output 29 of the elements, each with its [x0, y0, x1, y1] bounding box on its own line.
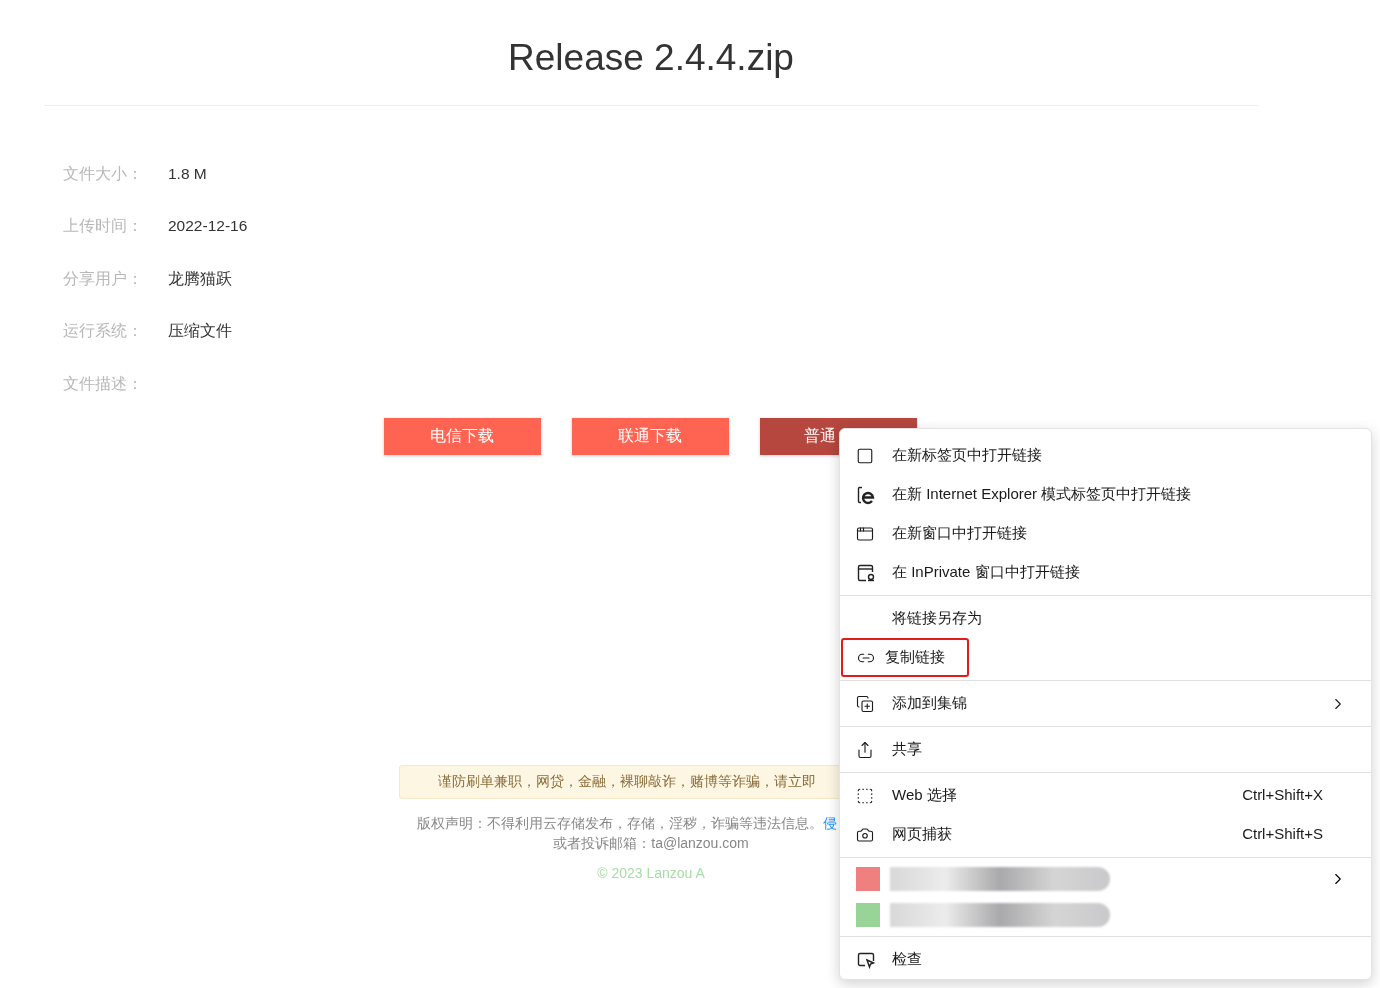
footer-copyright: © 2023 Lanzou A	[597, 863, 705, 883]
menu-item[interactable]: 将链接另存为	[840, 599, 1371, 638]
info-label: 文件大小：	[63, 163, 144, 184]
info-value: 2022-12-16	[168, 216, 248, 237]
info-label: 运行系统：	[63, 321, 144, 342]
menu-item[interactable]: 添加到集锦	[840, 684, 1371, 723]
tab-icon	[856, 446, 874, 465]
file-title: Release 2.4.4.zip	[508, 36, 794, 80]
info-label: 文件描述：	[63, 373, 144, 394]
menu-item[interactable]: 在 InPrivate 窗口中打开链接	[840, 553, 1371, 592]
copyright-notice: 版权声明：不得利用云存储发布，存储，淫秽，诈骗等违法信息。	[417, 813, 823, 833]
menu-item[interactable]: 在新 Internet Explorer 模式标签页中打开链接	[840, 475, 1371, 514]
menu-item[interactable]: 检查	[840, 940, 1371, 979]
info-value: 压缩文件	[168, 321, 232, 342]
info-value: 1.8 M	[168, 163, 207, 184]
menu-item[interactable]: 在新窗口中打开链接	[840, 514, 1371, 553]
browser-icon	[856, 484, 876, 505]
private-window-icon	[856, 562, 876, 583]
complaint-email: 或者投诉邮箱：ta@lanzou.com	[553, 833, 749, 852]
window-icon	[856, 524, 874, 543]
add-collection-icon	[856, 694, 874, 713]
info-label: 上传时间：	[63, 216, 144, 237]
share-icon	[856, 740, 874, 759]
camera-icon	[856, 825, 874, 844]
info-value: 龙腾猫跃	[168, 268, 232, 289]
menu-item[interactable]: 网页捕获 Ctrl+Shift+S	[840, 815, 1371, 854]
info-label: 分享用户：	[63, 268, 144, 289]
menu-item[interactable]: 复制链接	[841, 638, 969, 677]
selection-icon	[856, 786, 874, 805]
